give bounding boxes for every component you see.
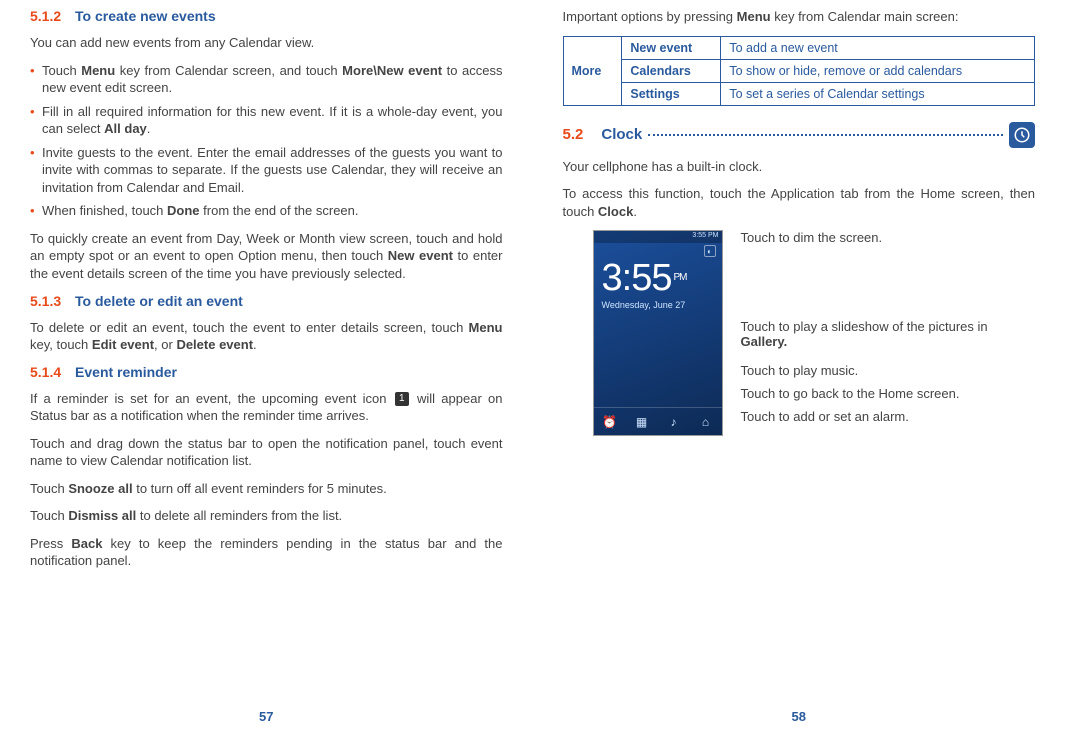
clock-access: To access this function, touch the Appli… bbox=[563, 185, 1036, 220]
section-title: To create new events bbox=[75, 8, 216, 24]
heading-512: 5.1.2 To create new events bbox=[30, 8, 503, 24]
menu-intro: Important options by pressing Menu key f… bbox=[563, 8, 1036, 26]
table-cell: Settings bbox=[622, 82, 721, 105]
phone-clock-time: 3:55PM bbox=[594, 243, 722, 300]
section-title: Clock bbox=[601, 126, 642, 143]
music-icon: ♪ bbox=[658, 407, 690, 435]
heading-513: 5.1.3 To delete or edit an event bbox=[30, 293, 503, 309]
callout: Touch to dim the screen. bbox=[735, 230, 1036, 245]
reminder-text-1: If a reminder is set for an event, the u… bbox=[30, 390, 503, 425]
callout: Touch to add or set an alarm. bbox=[735, 409, 1036, 424]
reminder-text-3: Touch Snooze all to turn off all event r… bbox=[30, 480, 503, 498]
section-number: 5.1.3 bbox=[30, 293, 61, 309]
bullet-list: Touch Menu key from Calendar screen, and… bbox=[30, 62, 503, 220]
quick-create-text: To quickly create an event from Day, Wee… bbox=[30, 230, 503, 283]
heading-52: 5.2 Clock bbox=[563, 122, 1036, 148]
section-number: 5.1.2 bbox=[30, 8, 61, 24]
alarm-icon: ⏰ bbox=[594, 407, 626, 435]
section-number: 5.1.4 bbox=[30, 364, 61, 380]
phone-clock-date: Wednesday, June 27 bbox=[594, 300, 722, 310]
phone-status-bar: 3:55 PM bbox=[594, 231, 722, 243]
section-title: To delete or edit an event bbox=[75, 293, 243, 309]
gallery-icon: ▦ bbox=[626, 407, 658, 435]
dim-icon: ◐ bbox=[704, 245, 716, 257]
edit-delete-text: To delete or edit an event, touch the ev… bbox=[30, 319, 503, 354]
reminder-text-4: Touch Dismiss all to delete all reminder… bbox=[30, 507, 503, 525]
callout: Touch to go back to the Home screen. bbox=[735, 386, 1036, 401]
callout-list: Touch to dim the screen. Touch to play a… bbox=[735, 230, 1036, 438]
clock-icon bbox=[1009, 122, 1035, 148]
page-left: 5.1.2 To create new events You can add n… bbox=[0, 0, 533, 732]
table-cell: Calendars bbox=[622, 59, 721, 82]
page-number: 57 bbox=[0, 709, 533, 724]
page-right: Important options by pressing Menu key f… bbox=[533, 0, 1065, 732]
list-item: When finished, touch Done from the end o… bbox=[30, 202, 503, 220]
list-item: Touch Menu key from Calendar screen, and… bbox=[30, 62, 503, 97]
intro-text: You can add new events from any Calendar… bbox=[30, 34, 503, 52]
callout: Touch to play a slideshow of the picture… bbox=[735, 319, 1036, 349]
table-cell: To set a series of Calendar settings bbox=[721, 82, 1035, 105]
table-cell: To show or hide, remove or add calendars bbox=[721, 59, 1035, 82]
table-cell-more: More bbox=[563, 36, 622, 105]
section-number: 5.2 bbox=[563, 126, 584, 143]
page-number: 58 bbox=[533, 709, 1065, 724]
reminder-text-2: Touch and drag down the status bar to op… bbox=[30, 435, 503, 470]
list-item: Fill in all required information for thi… bbox=[30, 103, 503, 138]
phone-bottom-bar: ⏰ ▦ ♪ ⌂ bbox=[594, 407, 722, 435]
home-icon: ⌂ bbox=[690, 407, 722, 435]
menu-options-table: More New event To add a new event Calend… bbox=[563, 36, 1036, 106]
leader-dots bbox=[648, 130, 1003, 136]
clock-figure: 3:55 PM ◐ 3:55PM Wednesday, June 27 ⏰ ▦ … bbox=[593, 230, 1036, 438]
table-cell: New event bbox=[622, 36, 721, 59]
upcoming-event-icon: 1 bbox=[395, 392, 409, 406]
heading-514: 5.1.4 Event reminder bbox=[30, 364, 503, 380]
section-title: Event reminder bbox=[75, 364, 177, 380]
reminder-text-5: Press Back key to keep the reminders pen… bbox=[30, 535, 503, 570]
table-cell: To add a new event bbox=[721, 36, 1035, 59]
list-item: Invite guests to the event. Enter the em… bbox=[30, 144, 503, 197]
clock-intro: Your cellphone has a built-in clock. bbox=[563, 158, 1036, 176]
phone-screenshot: 3:55 PM ◐ 3:55PM Wednesday, June 27 ⏰ ▦ … bbox=[593, 230, 723, 436]
callout: Touch to play music. bbox=[735, 363, 1036, 378]
